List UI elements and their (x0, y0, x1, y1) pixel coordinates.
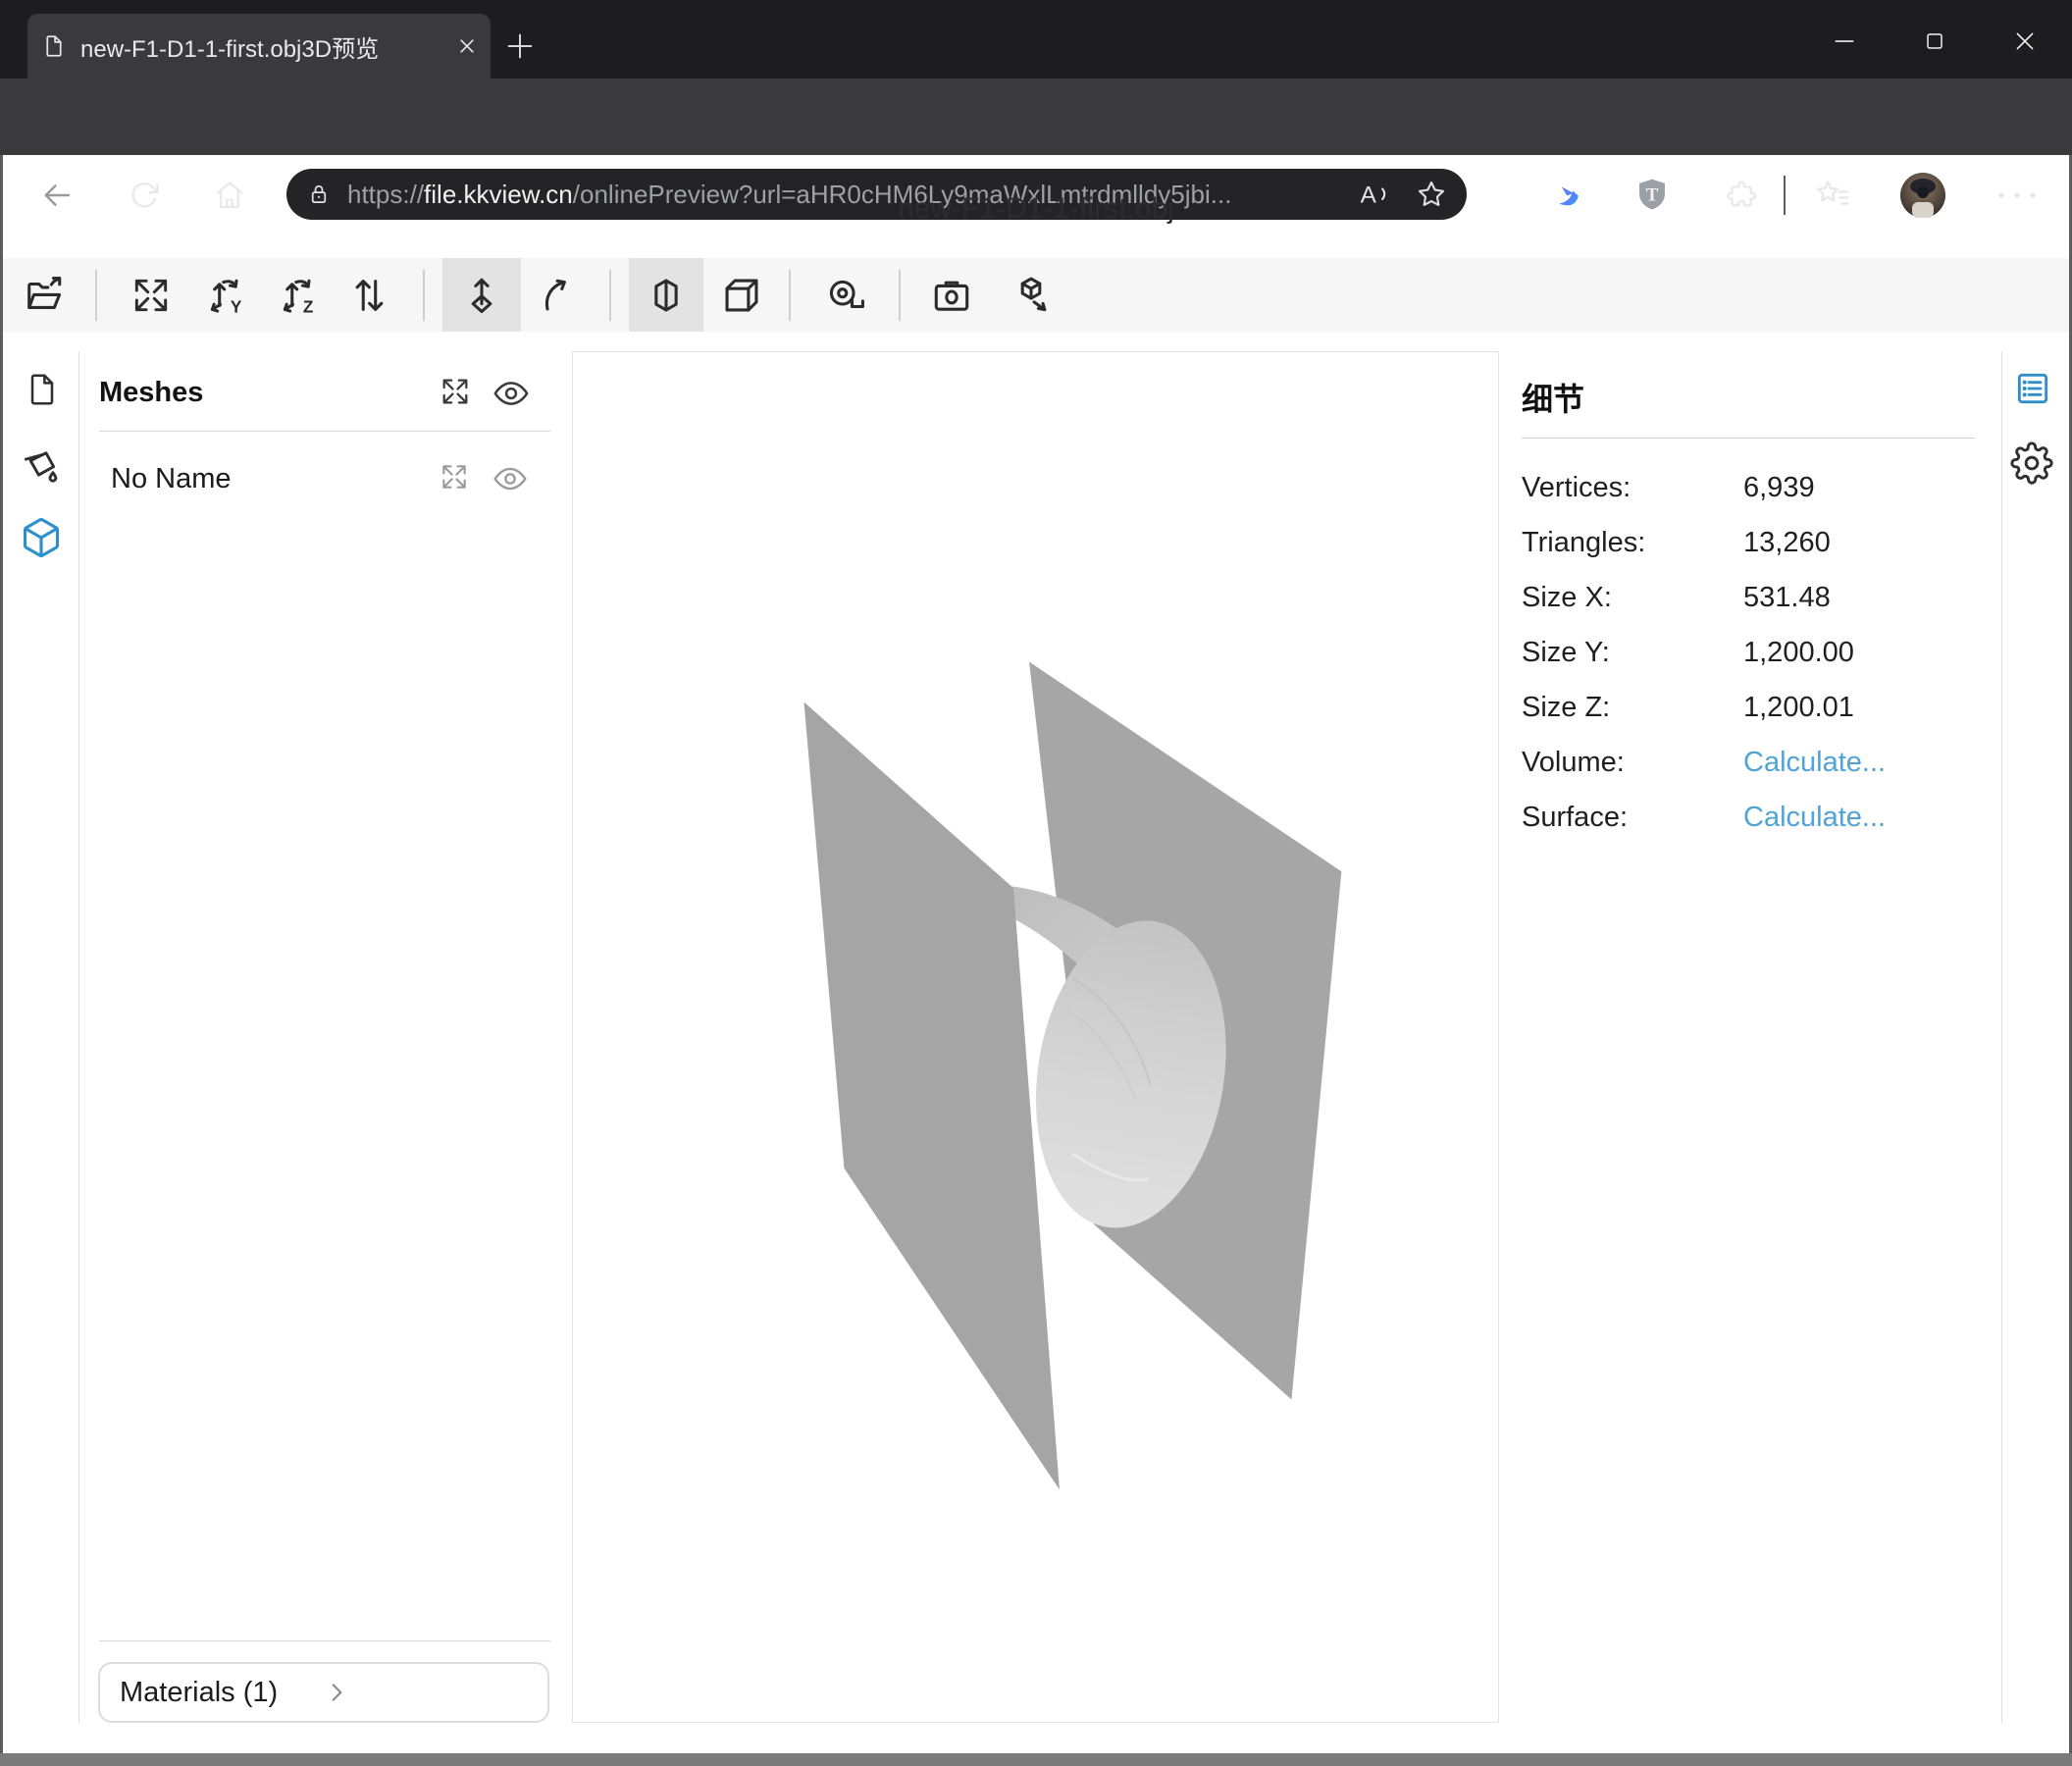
meshes-panel-header: Meshes (99, 377, 203, 409)
detail-value: 1,200.01 (1743, 692, 1854, 724)
volume-calculate-link[interactable]: Calculate... (1743, 747, 1886, 779)
meshes-focus-button[interactable] (439, 375, 472, 408)
browser-tab[interactable]: new-F1-D1-1-first.obj3D预览 (27, 14, 491, 78)
export-button[interactable] (1000, 258, 1062, 332)
details-panel-header: 细节 (1522, 375, 1584, 420)
svg-text:Z: Z (303, 296, 314, 316)
detail-label: Triangles: (1522, 527, 1645, 559)
mesh-item-name: No Name (111, 463, 232, 495)
flip-vertical-button[interactable] (340, 258, 397, 332)
viewer-toolbar: Y Z (3, 258, 2069, 332)
window-minimize-button[interactable] (1816, 14, 1873, 69)
meshes-rail-button[interactable] (20, 516, 63, 559)
page-title: new-F1-D1-1-first.obj (0, 184, 2072, 234)
detail-value: 6,939 (1743, 472, 1815, 504)
window-maximize-button[interactable] (1906, 14, 1963, 69)
file-info-rail-button[interactable] (24, 371, 61, 408)
new-tab-button[interactable] (503, 29, 537, 63)
settings-gear-rail-button[interactable] (2010, 442, 2053, 485)
details-divider (1522, 438, 1975, 439)
up-axis-button[interactable] (442, 258, 521, 332)
window-bottom-edge (0, 1753, 2072, 1766)
detail-label: Size X: (1522, 582, 1612, 614)
chevron-right-icon (324, 1680, 528, 1705)
detail-label: Size Y: (1522, 637, 1610, 669)
rotate-y-button[interactable]: Y (197, 258, 256, 332)
3d-viewport[interactable] (572, 351, 1499, 1723)
browser-navbar: https://file.kkview.cn/onlinePreview?url… (0, 78, 2072, 155)
window-close-button[interactable] (1996, 14, 2053, 69)
orbit-button[interactable] (527, 258, 586, 332)
rotate-z-button[interactable]: Z (270, 258, 329, 332)
toolbar-divider (609, 270, 611, 321)
detail-value: 13,260 (1743, 527, 1831, 559)
tab-favicon-document-icon (41, 33, 67, 59)
meshes-panel-divider (99, 431, 550, 432)
right-rail-divider (2001, 351, 2002, 1723)
mesh-item-focus-button[interactable] (439, 461, 470, 493)
detail-label: Size Z: (1522, 692, 1610, 724)
3d-model-canvas (573, 352, 1498, 1722)
screenshot-button[interactable] (923, 258, 980, 332)
mesh-item-visibility-eye-button[interactable] (492, 461, 528, 496)
orthographic-view-button[interactable] (713, 258, 770, 332)
left-plane-mesh (804, 701, 1060, 1489)
materials-divider (99, 1640, 550, 1641)
mesh-list-item[interactable]: No Name (99, 453, 550, 512)
detail-label: Volume: (1522, 747, 1625, 779)
browser-tab-strip: new-F1-D1-1-first.obj3D预览 (0, 0, 2072, 78)
detail-label: Surface: (1522, 802, 1628, 834)
window-left-edge (0, 155, 3, 1753)
fit-view-button[interactable] (123, 258, 180, 332)
window-controls (1816, 14, 2053, 69)
measure-button[interactable] (815, 258, 876, 332)
surface-calculate-link[interactable]: Calculate... (1743, 802, 1886, 834)
meshes-visibility-eye-button[interactable] (492, 375, 530, 412)
tab-close-icon[interactable] (457, 36, 477, 56)
perspective-view-button[interactable] (629, 258, 703, 332)
details-rail-button[interactable] (2013, 369, 2052, 408)
detail-value: 531.48 (1743, 582, 1831, 614)
materials-rail-button[interactable] (18, 443, 61, 487)
svg-text:Y: Y (231, 296, 242, 316)
left-rail-divider (78, 351, 79, 1723)
toolbar-divider (899, 270, 901, 321)
toolbar-divider (95, 270, 97, 321)
open-file-button[interactable] (17, 258, 74, 332)
toolbar-divider (423, 270, 425, 321)
materials-button-label: Materials (1) (120, 1677, 324, 1709)
detail-label: Vertices: (1522, 472, 1631, 504)
tab-title: new-F1-D1-1-first.obj3D预览 (80, 29, 457, 64)
materials-button[interactable]: Materials (1) (98, 1662, 549, 1723)
detail-value: 1,200.00 (1743, 637, 1854, 669)
toolbar-divider (789, 270, 791, 321)
